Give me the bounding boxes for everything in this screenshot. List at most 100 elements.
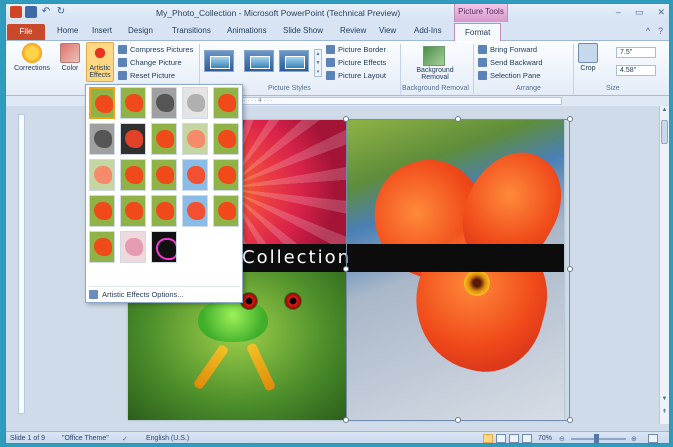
- normal-view-icon[interactable]: [483, 434, 493, 443]
- effect-tile[interactable]: [151, 159, 177, 191]
- undo-icon[interactable]: ↶: [40, 6, 52, 18]
- tab-transitions[interactable]: Transitions: [172, 26, 211, 35]
- file-tab[interactable]: File: [7, 24, 45, 40]
- color-icon: [60, 43, 80, 63]
- styles-gallery-scroll[interactable]: ▲ ▼ ▾: [314, 49, 322, 77]
- effect-tile[interactable]: [213, 123, 239, 155]
- crop-button[interactable]: Crop: [577, 43, 599, 72]
- spellcheck-icon[interactable]: ✓: [122, 435, 128, 443]
- slide-show-icon[interactable]: [522, 434, 532, 443]
- minimize-button[interactable]: –: [616, 7, 621, 18]
- background-removal-button[interactable]: Background Removal: [407, 67, 463, 81]
- scroll-thumb[interactable]: [661, 120, 668, 144]
- frog-eye: [284, 292, 302, 310]
- fit-to-window-icon[interactable]: [648, 434, 658, 443]
- change-picture-button[interactable]: Change Picture: [118, 58, 182, 67]
- reset-picture-button[interactable]: Reset Picture: [118, 71, 175, 80]
- resize-handle[interactable]: [343, 417, 349, 423]
- picture-border-button[interactable]: Picture Border: [326, 45, 386, 54]
- reading-view-icon[interactable]: [509, 434, 519, 443]
- ribbon-help-controls: ^ ?: [646, 26, 663, 36]
- effect-tile[interactable]: [151, 195, 177, 227]
- artistic-effects-options[interactable]: Artistic Effects Options...: [89, 286, 240, 300]
- effect-tile[interactable]: [151, 231, 177, 263]
- tab-home[interactable]: Home: [57, 26, 78, 35]
- effect-tile[interactable]: [182, 159, 208, 191]
- zoom-in-icon[interactable]: ⊕: [631, 435, 637, 443]
- effect-tile[interactable]: [89, 159, 115, 191]
- effect-tile[interactable]: [182, 87, 208, 119]
- bring-forward-button[interactable]: Bring Forward: [478, 45, 537, 54]
- send-backward-label: Send Backward: [490, 58, 543, 67]
- effect-tile[interactable]: [120, 159, 146, 191]
- send-backward-button[interactable]: Send Backward: [478, 58, 543, 67]
- height-field[interactable]: 7.5": [616, 47, 656, 58]
- corrections-button[interactable]: Corrections: [12, 43, 52, 72]
- tab-slide-show[interactable]: Slide Show: [283, 26, 323, 35]
- effect-tile[interactable]: [89, 195, 115, 227]
- color-button[interactable]: Color: [58, 43, 82, 72]
- width-field[interactable]: 4.58": [616, 65, 656, 76]
- powerpoint-logo-icon[interactable]: [10, 6, 22, 18]
- tab-add-ins[interactable]: Add-Ins: [414, 26, 442, 35]
- picture-border-icon: [326, 45, 335, 54]
- effect-tile[interactable]: [120, 231, 146, 263]
- effect-tile[interactable]: [151, 87, 177, 119]
- tab-animations[interactable]: Animations: [227, 26, 267, 35]
- effect-tile[interactable]: [213, 195, 239, 227]
- effect-tile[interactable]: [120, 87, 146, 119]
- close-button[interactable]: ✕: [657, 7, 665, 18]
- picture-style-thumb[interactable]: [279, 50, 309, 72]
- artistic-effects-button[interactable]: Artistic Effects: [86, 42, 114, 82]
- tab-insert[interactable]: Insert: [92, 26, 112, 35]
- redo-icon[interactable]: ↻: [55, 6, 67, 18]
- effect-none-tile[interactable]: [89, 87, 115, 119]
- resize-handle[interactable]: [455, 116, 461, 122]
- picture-style-thumb[interactable]: [244, 50, 274, 72]
- zoom-out-icon[interactable]: ⊖: [559, 435, 565, 443]
- slide-sorter-icon[interactable]: [496, 434, 506, 443]
- effect-tile[interactable]: [182, 123, 208, 155]
- effect-tile[interactable]: [120, 195, 146, 227]
- effect-tile[interactable]: [182, 195, 208, 227]
- effect-tile[interactable]: [89, 123, 115, 155]
- selection-pane-button[interactable]: Selection Pane: [478, 71, 540, 80]
- effect-tile[interactable]: [120, 123, 146, 155]
- frog-leg: [245, 342, 277, 392]
- ribbon-minimize-icon[interactable]: ^: [646, 26, 650, 36]
- maximize-button[interactable]: ▭: [635, 7, 644, 18]
- color-label: Color: [61, 65, 79, 72]
- resize-handle[interactable]: [343, 266, 349, 272]
- tab-view[interactable]: View: [379, 26, 396, 35]
- help-icon[interactable]: ?: [658, 26, 663, 36]
- background-removal-icon[interactable]: [423, 46, 445, 66]
- vertical-scrollbar[interactable]: ▲ ▼ ⇞: [659, 106, 669, 424]
- resize-handle[interactable]: [567, 266, 573, 272]
- previous-slide-icon[interactable]: ⇞: [660, 408, 669, 415]
- compress-pictures-button[interactable]: Compress Pictures: [118, 45, 193, 54]
- effect-tile[interactable]: [151, 123, 177, 155]
- tab-format[interactable]: Format: [454, 23, 502, 41]
- theme-name[interactable]: "Office Theme": [62, 435, 109, 442]
- resize-handle[interactable]: [567, 116, 573, 122]
- status-bar: Slide 1 of 9 "Office Theme" ✓ English (U…: [6, 431, 669, 443]
- resize-handle[interactable]: [455, 417, 461, 423]
- language-indicator[interactable]: English (U.S.): [146, 435, 189, 442]
- reset-picture-icon: [118, 71, 127, 80]
- resize-handle[interactable]: [567, 417, 573, 423]
- picture-style-thumb[interactable]: [204, 50, 234, 72]
- scroll-down-icon[interactable]: ▼: [660, 396, 669, 402]
- picture-layout-button[interactable]: Picture Layout: [326, 71, 386, 80]
- effect-tile[interactable]: [213, 87, 239, 119]
- slide-title[interactable]: Collection: [242, 247, 351, 268]
- picture-effects-button[interactable]: Picture Effects: [326, 58, 386, 67]
- effect-tile[interactable]: [89, 231, 115, 263]
- zoom-slider-thumb[interactable]: [594, 434, 599, 443]
- tab-design[interactable]: Design: [128, 26, 153, 35]
- resize-handle[interactable]: [343, 116, 349, 122]
- save-icon[interactable]: [25, 6, 37, 18]
- zoom-level[interactable]: 70%: [538, 435, 552, 442]
- effect-tile[interactable]: [213, 159, 239, 191]
- scroll-up-icon[interactable]: ▲: [660, 107, 669, 113]
- tab-review[interactable]: Review: [340, 26, 366, 35]
